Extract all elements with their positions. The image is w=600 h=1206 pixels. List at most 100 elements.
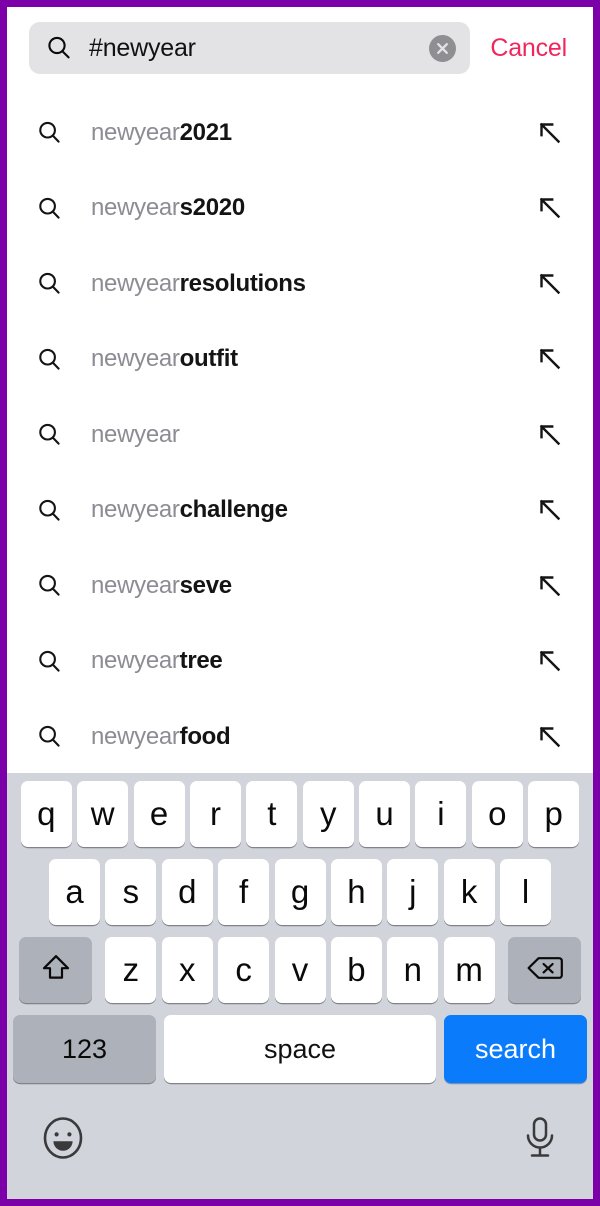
search-icon — [37, 498, 62, 523]
suggestion-label: newyearfood — [91, 723, 537, 751]
suggestion-completion: outfit — [179, 345, 238, 373]
arrow-up-left-icon[interactable] — [537, 346, 563, 372]
key-v[interactable]: v — [274, 937, 326, 1003]
key-f[interactable]: f — [218, 859, 270, 925]
key-u[interactable]: u — [359, 781, 411, 847]
key-y[interactable]: y — [302, 781, 354, 847]
suggestion-row[interactable]: newyearchallenge — [7, 473, 593, 549]
shift-key[interactable] — [19, 937, 92, 1003]
suggestion-prefix: newyear — [91, 269, 180, 297]
suggestion-label: newyeartree — [91, 647, 537, 675]
suggestion-completion: tree — [179, 647, 223, 675]
suggestion-prefix: newyear — [91, 722, 180, 750]
suggestion-prefix: newyear — [91, 118, 180, 146]
arrow-up-left-icon[interactable] — [537, 724, 563, 750]
suggestion-completion: food — [179, 722, 231, 750]
suggestion-prefix: newyear — [91, 420, 180, 448]
arrow-up-left-icon[interactable] — [537, 422, 563, 448]
emoji-smiley-icon[interactable] — [41, 1116, 85, 1165]
arrow-up-left-icon[interactable] — [537, 120, 563, 146]
shift-arrow-up-icon — [39, 951, 73, 990]
suggestion-prefix: newyear — [91, 571, 180, 599]
arrow-up-left-icon[interactable] — [537, 573, 563, 599]
device-frame: #newyear Cancel newyear2021 newyears2020 n… — [0, 0, 600, 1206]
suggestion-row[interactable]: newyears2020 — [7, 171, 593, 247]
key-i[interactable]: i — [415, 781, 467, 847]
key-r[interactable]: r — [189, 781, 241, 847]
space-key[interactable]: space — [164, 1015, 436, 1083]
key-w[interactable]: w — [77, 781, 129, 847]
search-key[interactable]: search — [444, 1015, 587, 1083]
keyboard-row-3-letters: zxcvbnm — [103, 937, 498, 1003]
suggestion-row[interactable]: newyear2021 — [7, 95, 593, 171]
microphone-icon[interactable] — [521, 1115, 559, 1166]
suggestion-prefix: newyear — [91, 647, 180, 675]
key-m[interactable]: m — [443, 937, 495, 1003]
search-input[interactable]: #newyear — [29, 22, 471, 74]
suggestion-completion: 2021 — [179, 118, 233, 146]
suggestion-prefix: newyear — [91, 345, 180, 373]
key-q[interactable]: q — [20, 781, 72, 847]
suggestion-prefix: newyear — [91, 194, 180, 222]
backspace-delete-icon — [525, 953, 565, 988]
key-s[interactable]: s — [105, 859, 157, 925]
key-z[interactable]: z — [105, 937, 157, 1003]
clear-search-button[interactable] — [429, 34, 457, 62]
keyboard-row-4: 123 space search — [7, 1015, 593, 1083]
keyboard-row-2: asdfghjkl — [7, 859, 593, 925]
arrow-up-left-icon[interactable] — [537, 648, 563, 674]
key-e[interactable]: e — [133, 781, 185, 847]
key-x[interactable]: x — [161, 937, 213, 1003]
backspace-key[interactable] — [508, 937, 581, 1003]
search-icon — [37, 196, 62, 221]
arrow-up-left-icon[interactable] — [537, 195, 563, 221]
suggestion-row[interactable]: newyearfood — [7, 699, 593, 773]
suggestion-row[interactable]: newyear — [7, 397, 593, 473]
suggestion-label: newyear — [91, 421, 537, 449]
suggestion-label: newyears2020 — [91, 194, 537, 222]
search-input-value: #newyear — [89, 33, 196, 62]
search-icon — [37, 649, 62, 674]
key-c[interactable]: c — [218, 937, 270, 1003]
search-icon — [37, 422, 62, 447]
suggestion-row[interactable]: newyearoutfit — [7, 322, 593, 398]
keyboard-bottom-bar — [7, 1093, 593, 1199]
search-icon — [37, 120, 62, 145]
keyboard-row-3: zxcvbnm — [7, 937, 593, 1003]
suggestion-completion: seve — [179, 571, 233, 599]
suggestion-prefix: newyear — [91, 496, 180, 524]
search-icon — [37, 347, 62, 372]
suggestion-completion: resolutions — [179, 269, 306, 297]
search-suggestions-list: newyear2021 newyears2020 newyearresolution… — [7, 89, 593, 773]
key-o[interactable]: o — [471, 781, 523, 847]
suggestion-row[interactable]: newyearseve — [7, 548, 593, 624]
key-j[interactable]: j — [387, 859, 439, 925]
arrow-up-left-icon[interactable] — [537, 271, 563, 297]
key-d[interactable]: d — [161, 859, 213, 925]
suggestion-label: newyearresolutions — [91, 270, 537, 298]
key-k[interactable]: k — [443, 859, 495, 925]
key-l[interactable]: l — [500, 859, 551, 925]
key-p[interactable]: p — [528, 781, 580, 847]
suggestion-label: newyearchallenge — [91, 496, 537, 524]
arrow-up-left-icon[interactable] — [537, 497, 563, 523]
app-screen: #newyear Cancel newyear2021 newyears2020 n… — [7, 7, 593, 1199]
suggestion-row[interactable]: newyearresolutions — [7, 246, 593, 322]
cancel-button[interactable]: Cancel — [470, 34, 579, 63]
key-a[interactable]: a — [49, 859, 100, 925]
suggestion-label: newyearseve — [91, 572, 537, 600]
numbers-key[interactable]: 123 — [13, 1015, 156, 1083]
suggestion-row[interactable]: newyeartree — [7, 624, 593, 700]
search-icon — [37, 271, 62, 296]
on-screen-keyboard: qwertyuiop asdfghjkl zxcvbnm 123 space s… — [7, 773, 593, 1199]
search-icon — [37, 724, 62, 749]
key-t[interactable]: t — [246, 781, 298, 847]
key-h[interactable]: h — [330, 859, 382, 925]
key-n[interactable]: n — [387, 937, 439, 1003]
key-g[interactable]: g — [274, 859, 326, 925]
key-b[interactable]: b — [330, 937, 382, 1003]
suggestion-label: newyear2021 — [91, 119, 537, 147]
suggestion-label: newyearoutfit — [91, 345, 537, 373]
suggestion-completion: challenge — [179, 496, 288, 524]
search-icon — [37, 573, 62, 598]
